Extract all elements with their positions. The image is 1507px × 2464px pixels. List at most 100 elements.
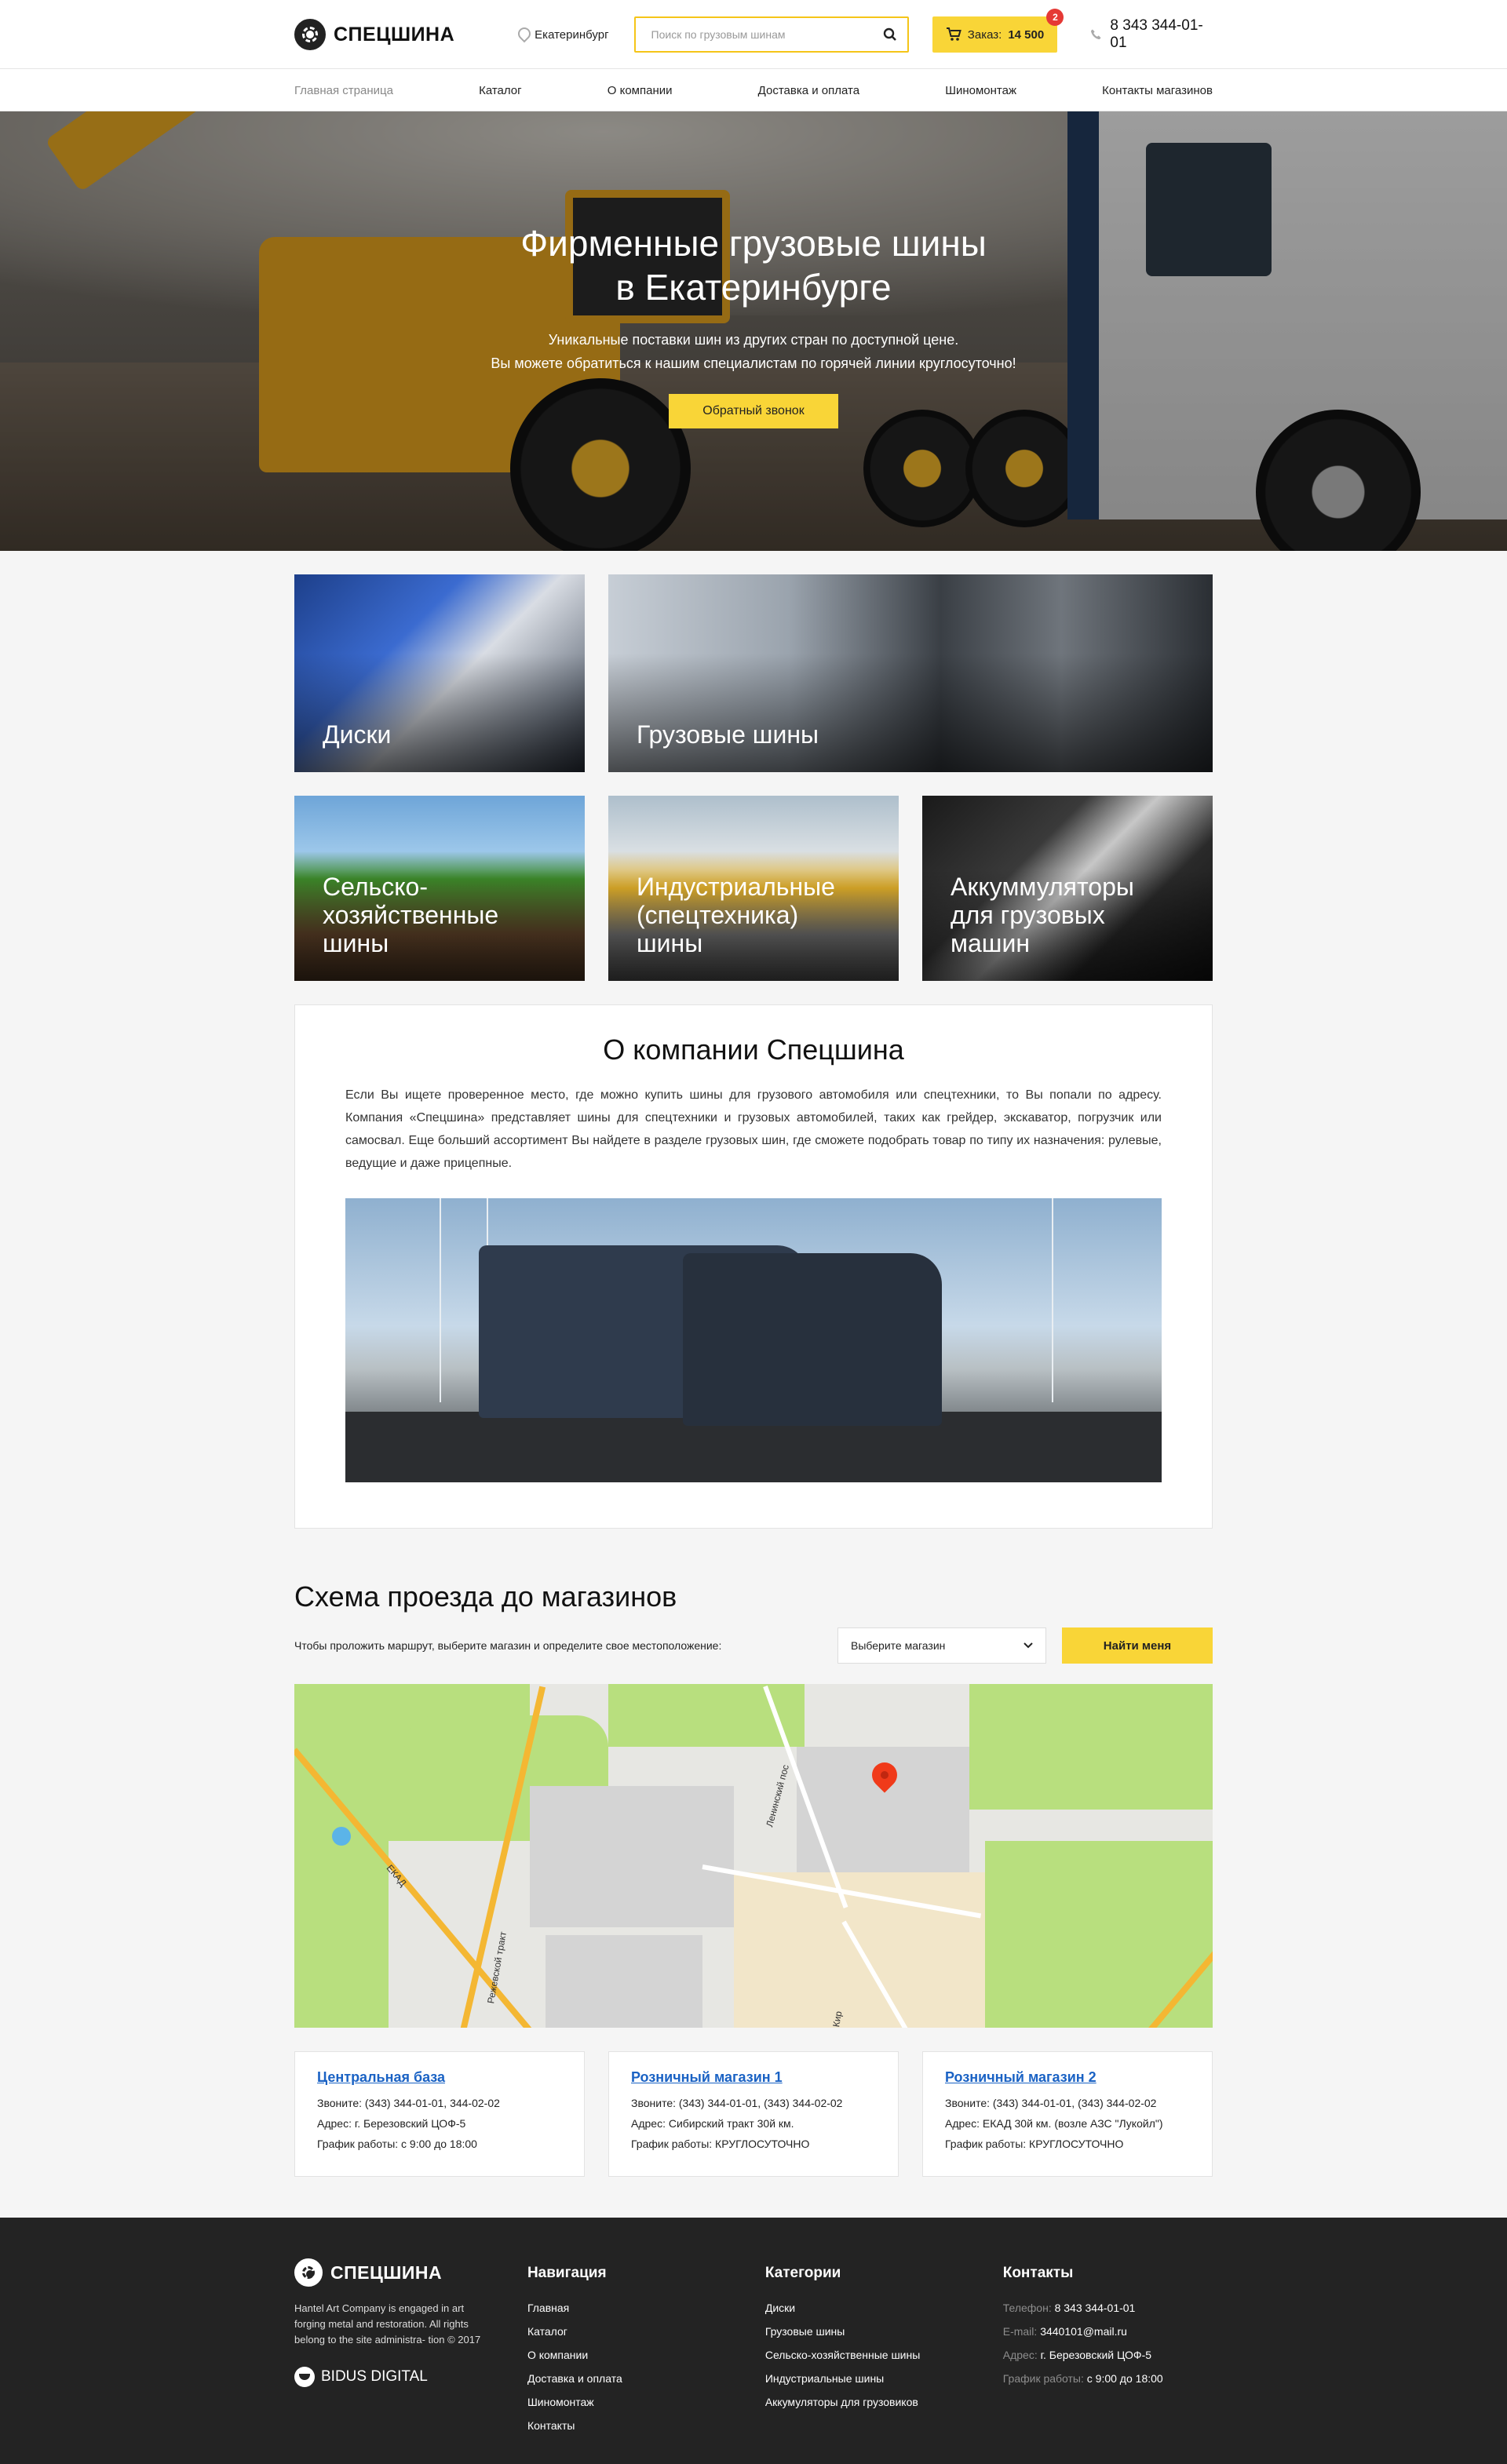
footer-link-industrial-tires[interactable]: Индустриальные шины xyxy=(765,2367,1003,2390)
site-header: СПЕЦШИНА Екатеринбург Заказ: 14 500 2 8 … xyxy=(0,0,1507,69)
search-input[interactable] xyxy=(635,18,873,51)
trucks-photo xyxy=(345,1198,1162,1482)
store-card: Розничный магазин 2 Звоните: (343) 344-0… xyxy=(922,2051,1213,2177)
nav-item-about[interactable]: О компании xyxy=(608,84,673,97)
footer-nav: Навигация Главная Каталог О компании Дос… xyxy=(527,2258,765,2437)
footer-cat-title: Категории xyxy=(764,2265,841,2281)
search-box xyxy=(633,16,909,53)
cart-icon xyxy=(946,27,961,41)
footer-link-contacts[interactable]: Контакты xyxy=(527,2414,765,2437)
hero-subtitle: Уникальные поставки шин из других стран … xyxy=(491,332,1016,371)
map-label-rezh: Режевской тракт xyxy=(485,1930,509,2005)
cart-count-badge: 2 xyxy=(1046,9,1064,26)
footer-link-catalog[interactable]: Каталог xyxy=(527,2320,765,2343)
search-icon xyxy=(883,27,896,41)
footer-link-agri-tires[interactable]: Сельско-хозяйственные шины xyxy=(765,2343,1003,2367)
footer-address: Адрес: г. Березовский ЦОФ-5 xyxy=(1002,2349,1152,2361)
nav-item-delivery[interactable]: Доставка и оплата xyxy=(758,84,859,97)
store-name-link[interactable]: Центральная база xyxy=(317,2069,445,2085)
nav-item-home[interactable]: Главная страница xyxy=(294,84,393,97)
footer-hours: График работы: с 9:00 до 18:00 xyxy=(1002,2372,1163,2385)
footer-link-wheels[interactable]: Диски xyxy=(765,2296,1003,2320)
logo-text: СПЕЦШИНА xyxy=(334,23,455,46)
cart-amount: 14 500 xyxy=(1008,27,1045,42)
store-select[interactable]: Выберите магазин xyxy=(837,1627,1046,1664)
footer-nav-title: Навигация xyxy=(527,2265,607,2281)
map-label-lenin: Ленинский пос xyxy=(764,1763,791,1828)
about-text: Если Вы ищете проверенное место, где мож… xyxy=(345,1088,1162,1170)
category-label: Сельско- хозяйственные шины xyxy=(323,873,499,957)
category-label: Индустриальные (спецтехника) шины xyxy=(637,873,835,957)
category-wheels[interactable]: Диски xyxy=(294,574,585,772)
footer-link-delivery[interactable]: Доставка и оплата xyxy=(527,2367,765,2390)
store-hours: График работы: КРУГЛОСУТОЧНО xyxy=(631,2138,810,2150)
category-label: Диски xyxy=(323,720,392,749)
callback-button[interactable]: Обратный звонок xyxy=(669,394,838,428)
tire-logo-icon xyxy=(294,19,326,50)
map-section: Схема проезда до магазинов Чтобы проложи… xyxy=(294,1580,1213,2177)
chevron-down-icon xyxy=(1024,1642,1033,1649)
footer-logo[interactable]: СПЕЦШИНА xyxy=(294,2258,527,2287)
store-hours: График работы: КРУГЛОСУТОЧНО xyxy=(945,2138,1124,2150)
store-name-link[interactable]: Розничный магазин 1 xyxy=(631,2069,783,2085)
map-title: Схема проезда до магазинов xyxy=(294,1580,677,1613)
about-title: О компании Спецшина xyxy=(603,1033,904,1066)
developer-logo[interactable]: BIDUS DIGITAL xyxy=(294,2367,527,2387)
store-hours: График работы: с 9:00 до 18:00 xyxy=(317,2138,477,2150)
store-address: Адрес: ЕКАД 30й км. (возле АЗС "Лукойл") xyxy=(945,2117,1163,2130)
store-select-value: Выберите магазин xyxy=(851,1639,946,1652)
store-card: Розничный магазин 1 Звоните: (343) 344-0… xyxy=(608,2051,899,2177)
logo[interactable]: СПЕЦШИНА xyxy=(294,19,454,50)
store-card: Центральная база Звоните: (343) 344-01-0… xyxy=(294,2051,585,2177)
store-phone: Звоните: (343) 344-01-01, (343) 344-02-0… xyxy=(631,2097,843,2109)
phone-number: 8 343 344-01-01 xyxy=(1110,17,1203,51)
category-agri-tires[interactable]: Сельско- хозяйственные шины xyxy=(294,796,585,981)
category-industrial-tires[interactable]: Индустриальные (спецтехника) шины xyxy=(608,796,899,981)
about-section: О компании Спецшина Если Вы ищете провер… xyxy=(294,1004,1213,1529)
footer-phone[interactable]: Телефон: 8 343 344-01-01 xyxy=(1003,2296,1213,2320)
tire-logo-icon xyxy=(294,2258,323,2287)
footer-link-truck-tires[interactable]: Грузовые шины xyxy=(765,2320,1003,2343)
store-name-link[interactable]: Розничный магазин 2 xyxy=(945,2069,1096,2085)
nav-item-catalog[interactable]: Каталог xyxy=(479,84,522,97)
footer-link-about[interactable]: О компании xyxy=(527,2343,765,2367)
city-name: Екатеринбург xyxy=(535,27,609,42)
map-hint: Чтобы проложить маршрут, выберите магази… xyxy=(294,1639,722,1652)
store-list: Центральная база Звоните: (343) 344-01-0… xyxy=(294,2051,1213,2177)
cart-label: Заказ: xyxy=(967,27,1002,42)
footer-contacts: Контакты Телефон: 8 343 344-01-01 E-mail… xyxy=(1003,2258,1213,2437)
phone-icon xyxy=(1091,29,1102,40)
store-address: Адрес: Сибирский тракт 30й км. xyxy=(631,2117,794,2130)
nav-item-contacts[interactable]: Контакты магазинов xyxy=(1102,84,1213,97)
main-nav: Главная страница Каталог О компании Дост… xyxy=(0,69,1507,111)
header-phone[interactable]: 8 343 344-01-01 xyxy=(1090,17,1213,52)
footer-link-tire-fitting[interactable]: Шиномонтаж xyxy=(527,2390,765,2414)
site-footer: СПЕЦШИНА Hantel Art Company is engaged i… xyxy=(0,2218,1507,2464)
location-pin-icon xyxy=(517,27,528,42)
route-map[interactable]: ЕКАД Режевской тракт Ленинский пос Кир xyxy=(294,1684,1213,2028)
footer-categories: Категории Диски Грузовые шины Сельско-хо… xyxy=(765,2258,1003,2437)
category-batteries[interactable]: Аккуммуляторы для грузовых машин xyxy=(922,796,1213,981)
hero-banner: Фирменные грузовые шины в Екатеринбурге … xyxy=(0,111,1507,551)
footer-link-home[interactable]: Главная xyxy=(527,2296,765,2320)
footer-email[interactable]: E-mail: 3440101@mail.ru xyxy=(1003,2320,1213,2343)
cart-button[interactable]: Заказ: 14 500 2 xyxy=(932,9,1064,53)
category-label: Аккуммуляторы для грузовых машин xyxy=(951,873,1134,957)
search-button[interactable] xyxy=(873,18,907,51)
find-me-button[interactable]: Найти меня xyxy=(1062,1627,1213,1664)
store-phone: Звоните: (343) 344-01-01, (343) 344-02-0… xyxy=(945,2097,1157,2109)
footer-link-batteries[interactable]: Аккумуляторы для грузовиков xyxy=(765,2390,1003,2414)
footer-contacts-title: Контакты xyxy=(1002,2265,1074,2281)
category-label: Грузовые шины xyxy=(637,720,819,749)
nav-item-tire-fitting[interactable]: Шиномонтаж xyxy=(945,84,1016,97)
lake xyxy=(332,1827,351,1846)
store-address: Адрес: г. Березовский ЦОФ-5 xyxy=(317,2117,466,2130)
city-selector[interactable]: Екатеринбург xyxy=(517,27,608,42)
category-grid: Диски Грузовые шины Сельско- хозяйственн… xyxy=(294,574,1213,981)
bidus-icon xyxy=(294,2367,315,2387)
category-truck-tires[interactable]: Грузовые шины xyxy=(608,574,1213,772)
footer-logo-text: СПЕЦШИНА xyxy=(330,2262,443,2283)
footer-about: Hantel Art Company is engaged in art for… xyxy=(294,2302,481,2346)
store-phone: Звоните: (343) 344-01-01, 344-02-02 xyxy=(317,2097,500,2109)
hero-title: Фирменные грузовые шины в Екатеринбурге xyxy=(520,223,987,308)
